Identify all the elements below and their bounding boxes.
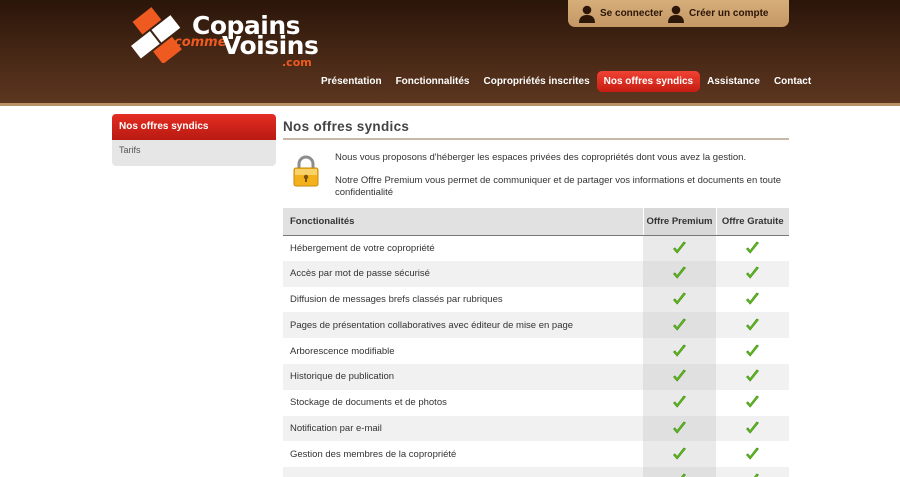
free-cell (716, 286, 789, 313)
check-icon (673, 318, 686, 331)
premium-cell (643, 415, 716, 442)
free-cell (716, 467, 789, 477)
header-features: Fonctionalités (283, 208, 643, 236)
signup-label: Créer un compte (689, 8, 769, 19)
free-cell (716, 363, 789, 390)
table-row: Stockage de documents et de photos (283, 389, 789, 416)
table-row: Historique de publication (283, 363, 789, 390)
check-icon (673, 421, 686, 434)
table-row (283, 467, 789, 477)
sidebar: Nos offres syndics Tarifs (112, 114, 276, 166)
intro-text-2: Notre Offre Premium vous permet de commu… (335, 175, 782, 198)
intro-block: Nous vous proposons d'héberger les espac… (283, 140, 789, 210)
logo-word-comme: comme (174, 35, 227, 50)
signup-link[interactable]: Créer un compte (667, 4, 768, 23)
free-cell (716, 389, 789, 416)
check-icon (746, 344, 759, 357)
feature-name: Diffusion de messages brefs classés par … (283, 286, 643, 313)
free-cell (716, 415, 789, 442)
check-icon (746, 421, 759, 434)
free-cell (716, 260, 789, 287)
feature-name: Gestion des membres de la copropriété (283, 441, 643, 468)
table-row: Gestion des membres de la copropriété (283, 441, 789, 468)
table-row: Diffusion de messages brefs classés par … (283, 286, 789, 313)
premium-cell (643, 389, 716, 416)
offers-table: Fonctionalités Offre Premium Offre Gratu… (283, 208, 789, 477)
feature-name: Stockage de documents et de photos (283, 389, 643, 416)
check-icon (673, 266, 686, 279)
nav-item-offres-syndics[interactable]: Nos offres syndics (596, 71, 701, 92)
check-icon (746, 447, 759, 460)
main-content: Nos offres syndics Nous vous proposons d… (283, 114, 789, 477)
padlock-icon (293, 155, 319, 187)
nav-item-presentation[interactable]: Présentation (314, 71, 389, 92)
header-free: Offre Gratuite (715, 208, 789, 236)
check-icon (746, 318, 759, 331)
page-title: Nos offres syndics (283, 114, 789, 140)
premium-cell (643, 338, 716, 364)
premium-cell (643, 441, 716, 468)
nav-item-fonctionnalites[interactable]: Fonctionnalités (389, 71, 477, 92)
sidebar-title[interactable]: Nos offres syndics (112, 114, 276, 140)
table-row: Notification par e-mail (283, 415, 789, 442)
free-cell (716, 338, 789, 364)
site-logo[interactable]: Copains comme Voisins .com (126, 7, 319, 69)
check-icon (746, 266, 759, 279)
table-row: Arborescence modifiable (283, 338, 789, 364)
header-premium: Offre Premium (642, 208, 716, 236)
check-icon (746, 395, 759, 408)
check-icon (673, 241, 686, 254)
feature-name: Pages de présentation collaboratives ave… (283, 312, 643, 339)
user-icon (579, 5, 595, 23)
login-label: Se connecter (600, 8, 663, 19)
nav-item-contact[interactable]: Contact (767, 71, 818, 92)
logo-domain: .com (282, 56, 312, 69)
feature-name: Notification par e-mail (283, 415, 643, 442)
table-row: Pages de présentation collaboratives ave… (283, 312, 789, 339)
check-icon (680, 473, 686, 477)
feature-name: Historique de publication (283, 363, 643, 390)
premium-cell (643, 260, 716, 287)
premium-cell (643, 363, 716, 390)
main-nav: Présentation Fonctionnalités Copropriété… (314, 71, 818, 92)
table-row: Hébergement de votre copropriété (283, 235, 789, 261)
free-cell (716, 312, 789, 339)
check-icon (753, 473, 759, 477)
check-icon (673, 395, 686, 408)
check-icon (673, 447, 686, 460)
intro-text-1: Nous vous proposons d'héberger les espac… (335, 152, 747, 163)
check-icon (746, 292, 759, 305)
nav-item-assistance[interactable]: Assistance (700, 71, 767, 92)
premium-cell (643, 312, 716, 339)
check-icon (673, 292, 686, 305)
offers-table-body: Hébergement de votre copropriété Accès pa… (283, 235, 789, 477)
free-cell (716, 235, 789, 261)
check-icon (673, 344, 686, 357)
table-row: Accès par mot de passe sécurisé (283, 260, 789, 287)
check-icon (746, 370, 759, 382)
check-icon (673, 370, 686, 382)
site-header: Copains comme Voisins .com Se connecter … (0, 0, 900, 106)
nav-item-coproprietes[interactable]: Copropriétés inscrites (476, 71, 596, 92)
premium-cell (643, 286, 716, 313)
feature-name: Accès par mot de passe sécurisé (283, 260, 643, 287)
feature-name: Arborescence modifiable (283, 338, 643, 364)
check-icon (746, 241, 759, 254)
login-link[interactable]: Se connecter (578, 4, 663, 23)
sidebar-item-tarifs[interactable]: Tarifs (112, 140, 276, 162)
user-icon (668, 5, 684, 23)
account-bar: Se connecter Créer un compte (568, 0, 789, 27)
feature-name (283, 467, 643, 477)
premium-cell (643, 235, 716, 261)
free-cell (716, 441, 789, 468)
premium-cell (643, 467, 716, 477)
feature-name: Hébergement de votre copropriété (283, 235, 643, 261)
